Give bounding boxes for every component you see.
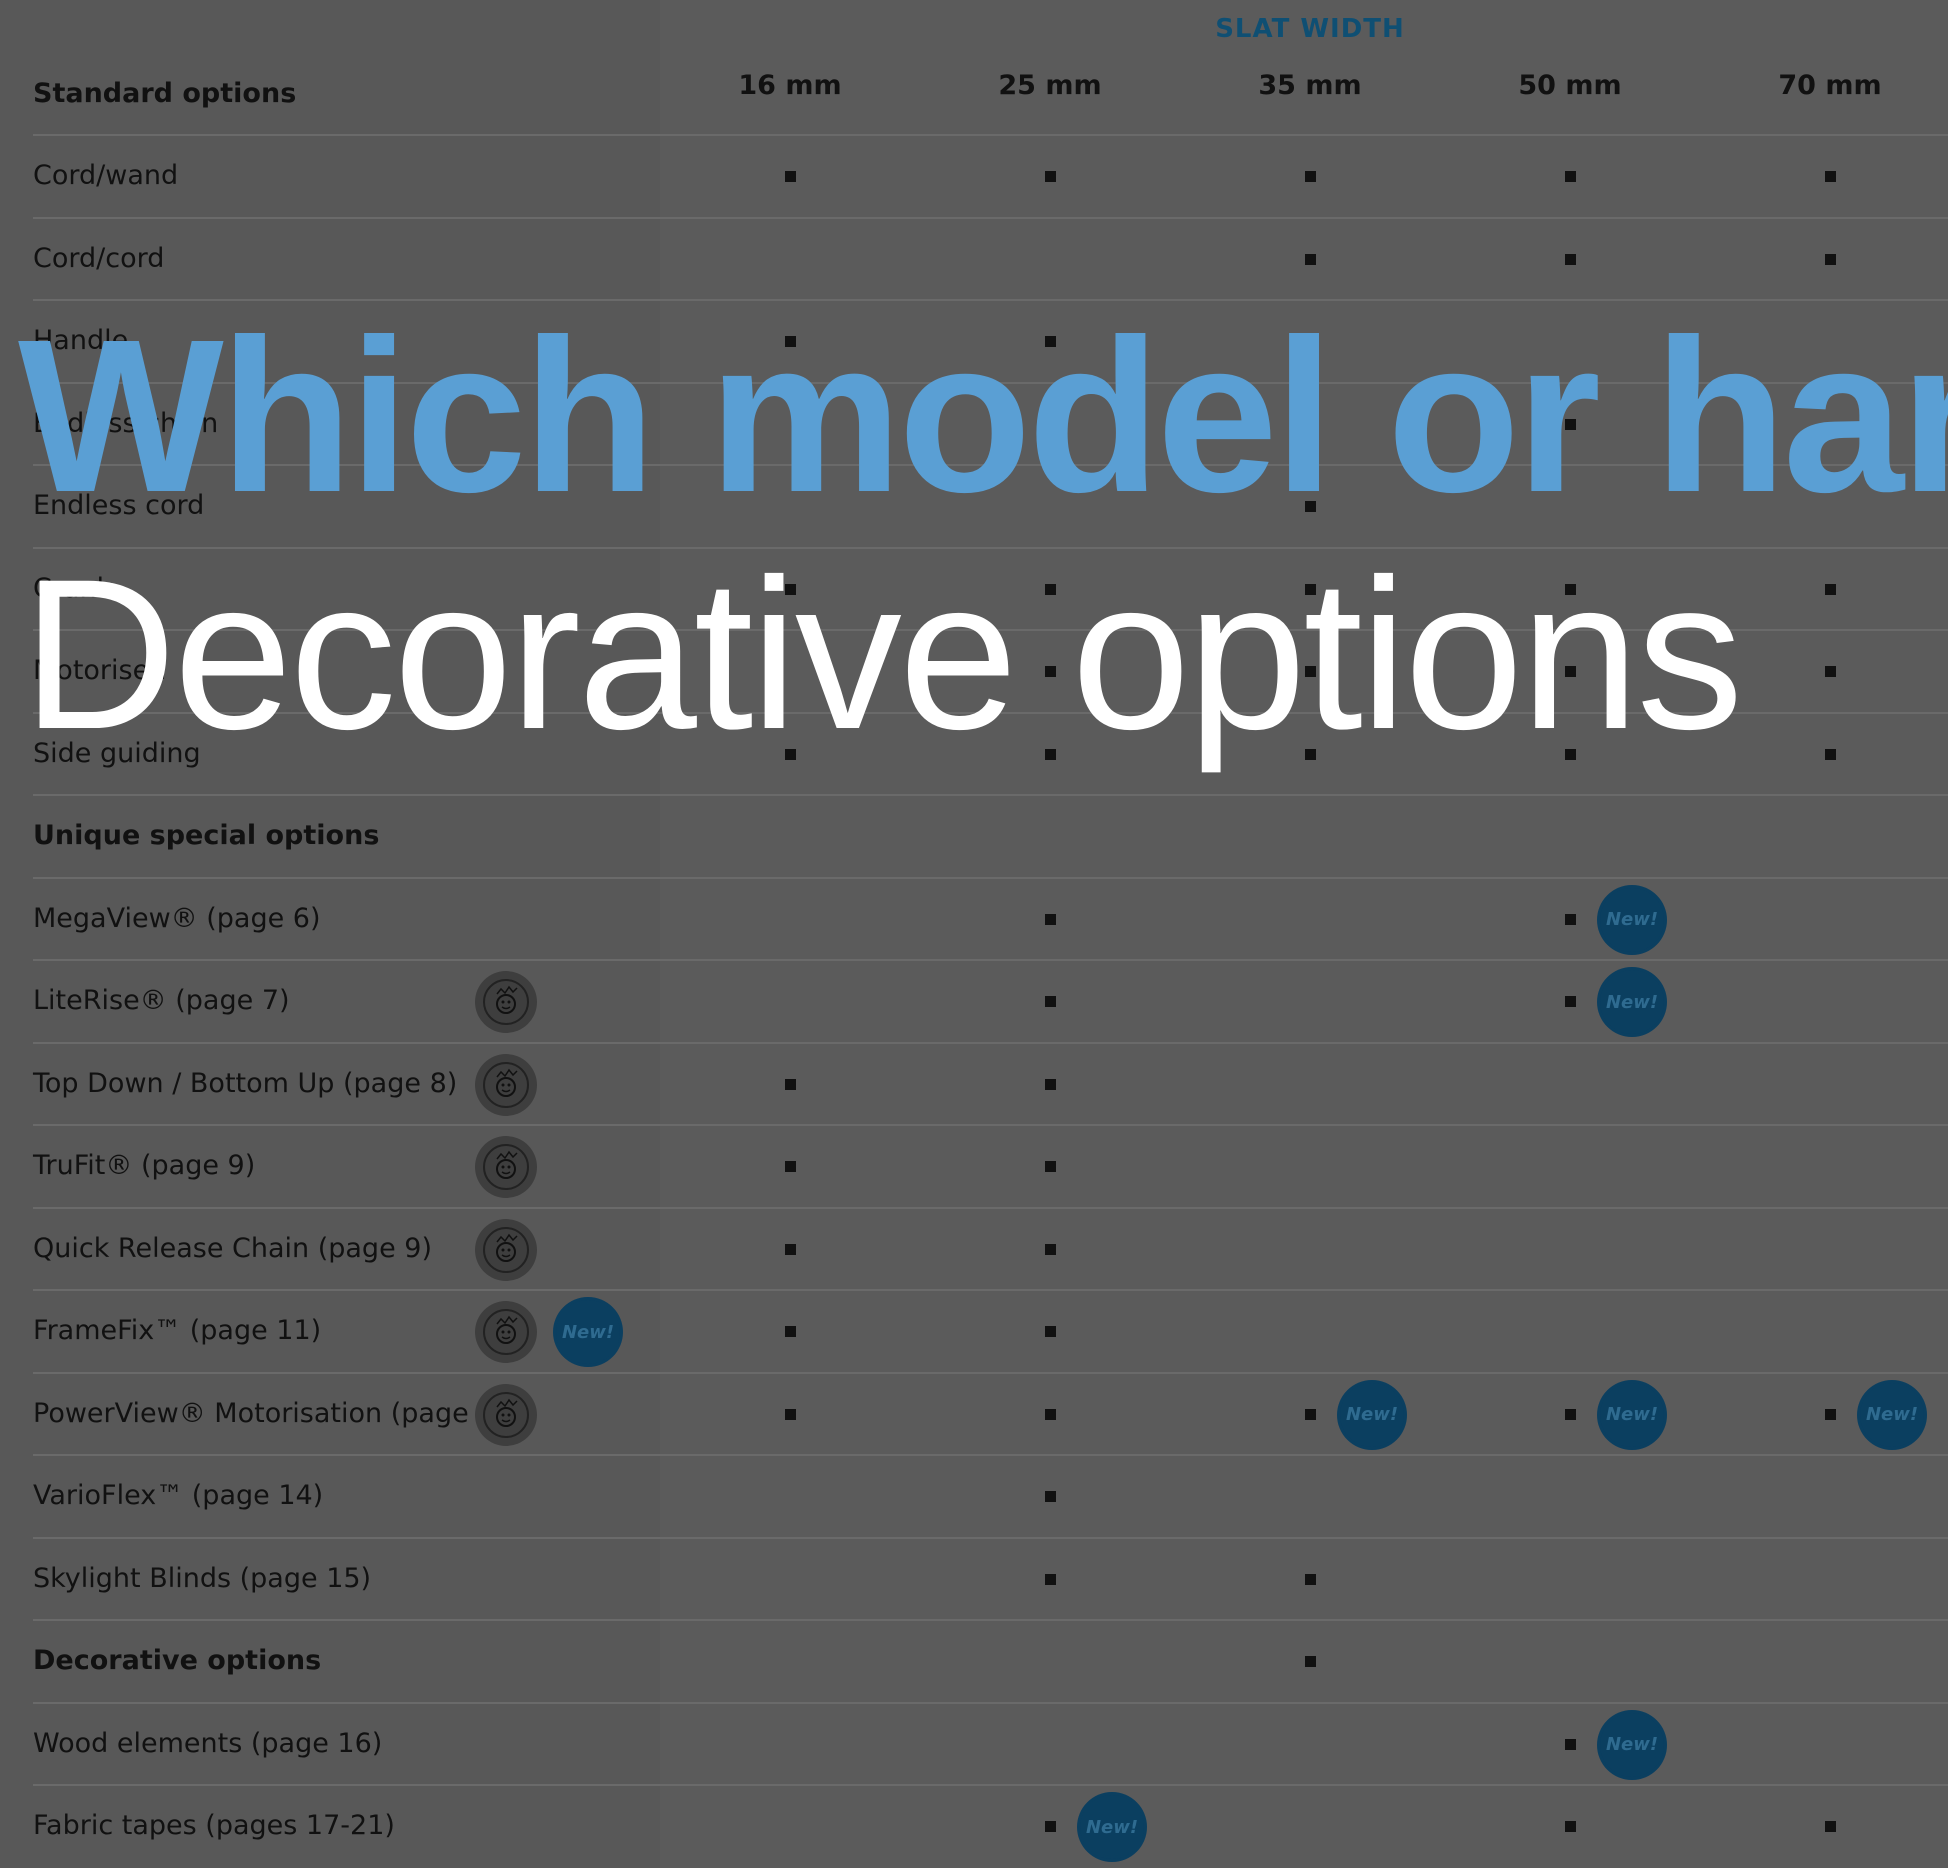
availability-mark bbox=[785, 171, 796, 182]
availability-mark bbox=[785, 1078, 796, 1090]
column-header-70mm: 70 mm bbox=[1778, 70, 1882, 101]
availability-mark bbox=[1565, 171, 1576, 182]
availability-mark bbox=[1565, 913, 1576, 925]
table-row: Cord/wand bbox=[33, 134, 1948, 216]
child-friendly-icon bbox=[475, 971, 537, 1033]
child-friendly-icon bbox=[475, 1053, 537, 1116]
availability-mark bbox=[1565, 1408, 1576, 1420]
overlay-subtitle: Decorative options bbox=[22, 535, 1743, 774]
table-row: Decorative options bbox=[33, 1619, 1948, 1701]
availability-mark bbox=[1825, 583, 1836, 595]
new-badge-text: New! bbox=[1605, 991, 1659, 1013]
availability-mark bbox=[1045, 1573, 1056, 1585]
new-badge: New! bbox=[1600, 1382, 1664, 1447]
table-row: Skylight Blinds (page 15) bbox=[33, 1536, 1948, 1619]
table-row: Top Down / Bottom Up (page 8) bbox=[33, 1041, 1948, 1124]
availability-mark bbox=[1305, 1408, 1316, 1420]
new-badge-text: New! bbox=[1605, 1404, 1659, 1425]
availability-mark bbox=[1045, 171, 1056, 182]
row-label: Quick Release Chain (page 9) bbox=[33, 1232, 432, 1264]
availability-mark bbox=[1305, 1656, 1316, 1667]
availability-mark bbox=[1825, 1821, 1836, 1832]
availability-mark bbox=[1045, 1243, 1056, 1255]
availability-mark bbox=[1565, 253, 1576, 265]
new-badge-text: New! bbox=[1605, 909, 1659, 930]
availability-mark bbox=[1045, 1326, 1056, 1337]
row-label: LiteRise® (page 7) bbox=[33, 985, 290, 1016]
column-header-35mm: 35 mm bbox=[1258, 70, 1362, 101]
new-badge: New! bbox=[1340, 1382, 1404, 1447]
section-heading: Decorative options bbox=[33, 1645, 322, 1676]
new-badge: New! bbox=[1080, 1795, 1144, 1859]
availability-mark bbox=[1305, 171, 1316, 182]
table-row: Quick Release Chain (page 9) bbox=[33, 1206, 1948, 1289]
availability-mark bbox=[785, 1243, 796, 1255]
slat-width-heading: SLAT WIDTH bbox=[1215, 14, 1405, 44]
availability-mark bbox=[1045, 1821, 1056, 1832]
standard-options-heading: Standard options bbox=[33, 78, 297, 109]
table-row: FrameFix™ (page 11) New! bbox=[33, 1289, 1948, 1371]
table-row: Wood elements (page 16) New! bbox=[33, 1701, 1948, 1784]
column-header-16mm: 16 mm bbox=[738, 70, 842, 101]
child-friendly-icon bbox=[475, 1383, 537, 1446]
child-friendly-icon bbox=[475, 1301, 537, 1363]
availability-mark bbox=[1825, 171, 1836, 182]
new-badge: New! bbox=[556, 1300, 620, 1364]
new-badge-text: New! bbox=[561, 1321, 615, 1343]
table-row: TruFit® (page 9) bbox=[33, 1124, 1948, 1206]
row-label: PowerView® Motorisation (page 12) bbox=[33, 1397, 523, 1429]
new-badge-text: New! bbox=[1345, 1404, 1399, 1425]
availability-mark bbox=[1565, 1738, 1576, 1750]
new-badge-text: New! bbox=[1085, 1816, 1139, 1838]
row-label: Fabric tapes (pages 17-21) bbox=[33, 1810, 395, 1841]
new-badge-text: New! bbox=[1605, 1734, 1659, 1755]
availability-mark bbox=[785, 1408, 796, 1420]
availability-mark bbox=[1305, 1573, 1316, 1585]
table-row: LiteRise® (page 7) New! bbox=[33, 959, 1948, 1041]
availability-mark bbox=[1825, 666, 1836, 677]
row-label: TruFit® (page 9) bbox=[33, 1150, 256, 1181]
availability-mark bbox=[1825, 748, 1836, 760]
row-label: Skylight Blinds (page 15) bbox=[33, 1562, 372, 1594]
availability-mark bbox=[1825, 1408, 1836, 1420]
table-row: Cord/cord bbox=[33, 216, 1948, 299]
new-badge: New! bbox=[1860, 1382, 1924, 1447]
availability-mark bbox=[1565, 996, 1576, 1007]
availability-mark bbox=[1045, 913, 1056, 925]
row-label: FrameFix™ (page 11) bbox=[33, 1315, 322, 1346]
child-friendly-icon bbox=[475, 1218, 537, 1281]
availability-mark bbox=[1045, 1161, 1056, 1172]
table-row: MegaView® (page 6) New! bbox=[33, 876, 1948, 959]
column-header-25mm: 25 mm bbox=[998, 70, 1102, 101]
table-row: VarioFlex™ (page 14) bbox=[33, 1454, 1948, 1536]
child-friendly-icon bbox=[475, 1136, 537, 1198]
overlay-title: Which model or hardw bbox=[18, 308, 1948, 526]
table-row: PowerView® Motorisation (page 12) New! New… bbox=[33, 1371, 1948, 1454]
availability-mark bbox=[1825, 253, 1836, 265]
new-badge-text: New! bbox=[1865, 1404, 1919, 1425]
options-table: SLAT WIDTH Standard options 16 mm 25 mm … bbox=[0, 0, 1948, 1868]
row-label: Cord/wand bbox=[33, 160, 179, 191]
availability-mark bbox=[1045, 1078, 1056, 1090]
availability-mark bbox=[1045, 1408, 1056, 1420]
table-row: Unique special options bbox=[33, 794, 1948, 876]
column-header-50mm: 50 mm bbox=[1518, 70, 1622, 101]
new-badge: New! bbox=[1600, 887, 1664, 952]
new-badge: New! bbox=[1600, 1712, 1664, 1777]
availability-mark bbox=[785, 1326, 796, 1337]
availability-mark bbox=[1045, 1491, 1056, 1502]
row-label: Top Down / Bottom Up (page 8) bbox=[33, 1067, 458, 1099]
row-label: MegaView® (page 6) bbox=[33, 902, 321, 934]
section-heading: Unique special options bbox=[33, 820, 380, 851]
row-label: Wood elements (page 16) bbox=[33, 1727, 383, 1759]
availability-mark bbox=[1305, 253, 1316, 265]
row-label: Cord/cord bbox=[33, 242, 165, 274]
table-row: Fabric tapes (pages 17-21) New! bbox=[33, 1784, 1948, 1866]
row-label: VarioFlex™ (page 14) bbox=[33, 1480, 324, 1511]
availability-mark bbox=[1565, 1821, 1576, 1832]
availability-mark bbox=[785, 1161, 796, 1172]
availability-mark bbox=[1045, 996, 1056, 1007]
new-badge: New! bbox=[1600, 970, 1664, 1034]
